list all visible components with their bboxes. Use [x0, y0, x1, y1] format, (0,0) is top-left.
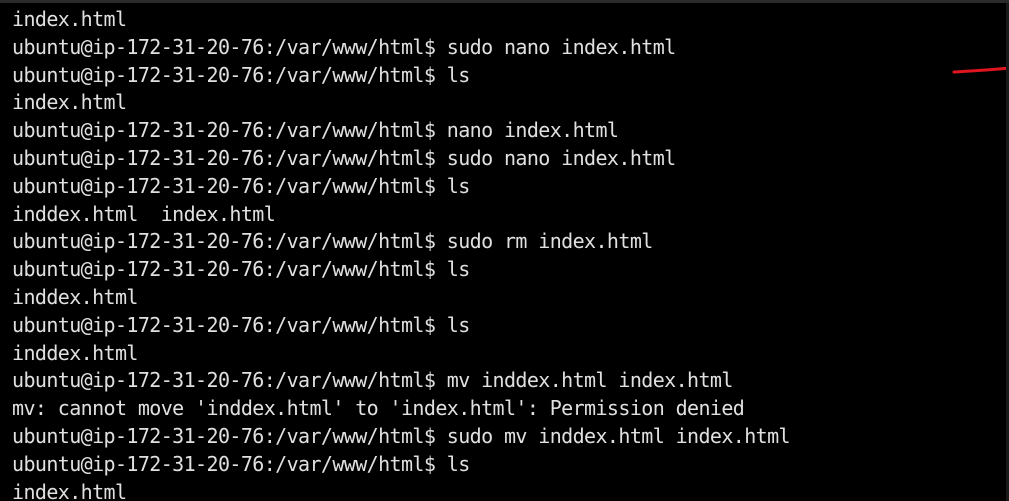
- terminal-line: inddex.html index.html: [12, 201, 276, 226]
- terminal-line: inddex.html: [12, 340, 138, 365]
- terminal-line: inddex.html: [12, 284, 138, 309]
- terminal-line: ubuntu@ip-172-31-20-76:/var/www/html$ su…: [12, 423, 791, 448]
- terminal-line: ubuntu@ip-172-31-20-76:/var/www/html$ su…: [12, 145, 676, 170]
- terminal-line: ubuntu@ip-172-31-20-76:/var/www/html$ ls: [12, 62, 470, 87]
- terminal-line: ubuntu@ip-172-31-20-76:/var/www/html$ ls: [12, 312, 470, 337]
- terminal-line: ubuntu@ip-172-31-20-76:/var/www/html$ su…: [12, 229, 653, 254]
- terminal-line: ubuntu@ip-172-31-20-76:/var/www/html$ mv…: [12, 368, 733, 393]
- terminal-line: mv: cannot move 'inddex.html' to 'index.…: [12, 396, 745, 421]
- terminal-line: index.html: [12, 479, 127, 501]
- terminal-line: ubuntu@ip-172-31-20-76:/var/www/html$ su…: [12, 34, 676, 59]
- terminal-window[interactable]: index.html ubuntu@ip-172-31-20-76:/var/w…: [0, 0, 1009, 501]
- terminal-line: ubuntu@ip-172-31-20-76:/var/www/html$ na…: [12, 118, 619, 143]
- terminal-line: ubuntu@ip-172-31-20-76:/var/www/html$ ls: [12, 173, 470, 198]
- terminal-line: index.html: [12, 90, 127, 115]
- terminal-line: index.html: [12, 7, 127, 31]
- terminal-output: index.html ubuntu@ip-172-31-20-76:/var/w…: [12, 6, 791, 501]
- terminal-line: ubuntu@ip-172-31-20-76:/var/www/html$ ls: [12, 451, 470, 476]
- terminal-line: ubuntu@ip-172-31-20-76:/var/www/html$ ls: [12, 257, 470, 282]
- red-pen-annotation: [952, 66, 1009, 74]
